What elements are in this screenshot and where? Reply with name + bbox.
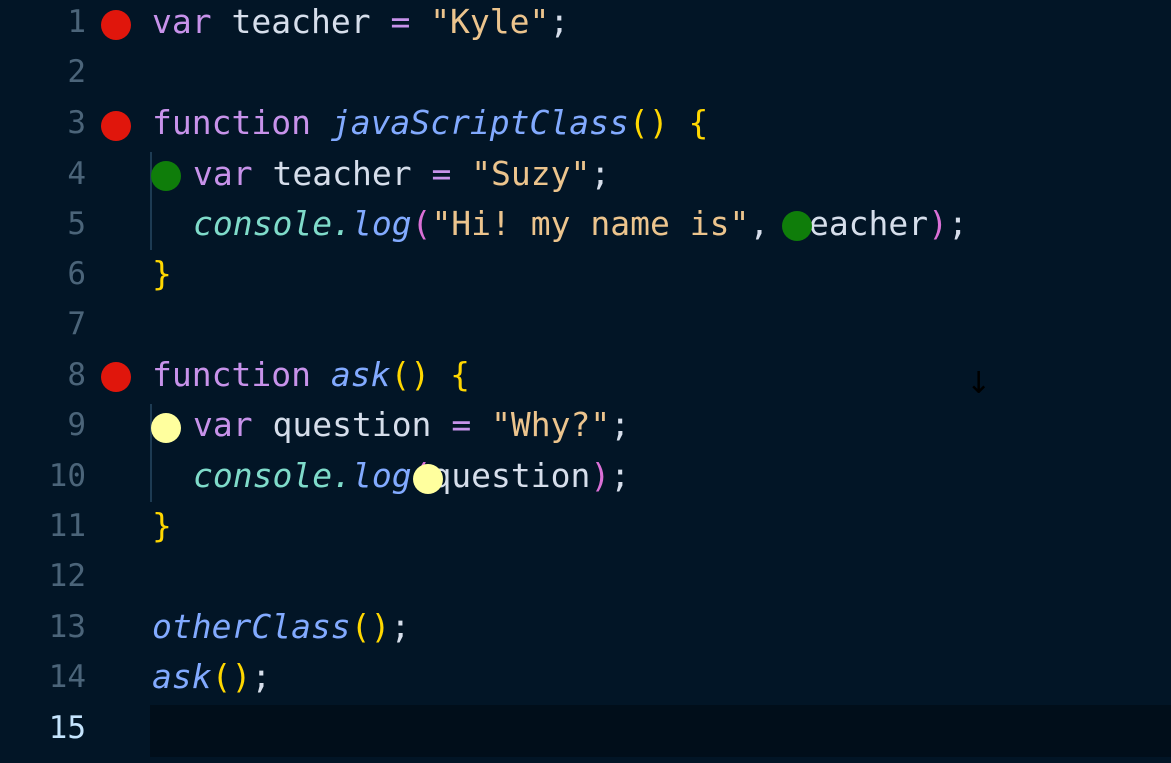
breakpoint-red-icon[interactable] <box>101 111 131 141</box>
line-number[interactable]: 11 <box>0 508 86 544</box>
code-text[interactable]: var question = "Why?"; <box>193 407 630 443</box>
code-editor[interactable]: 1 var teacher = "Kyle"; 2 3 function jav… <box>0 0 1171 763</box>
code-text[interactable]: } <box>152 508 172 544</box>
code-line-5[interactable]: 5 console.log("Hi! my name is", teacher)… <box>0 202 1171 252</box>
line-number[interactable]: 8 <box>0 357 86 393</box>
code-line-12[interactable]: 12 <box>0 554 1171 604</box>
code-line-15[interactable]: 15 <box>0 706 1171 756</box>
code-text[interactable]: var teacher = "Suzy"; <box>193 156 610 192</box>
code-text[interactable]: console.log("Hi! my name is", teacher); <box>193 206 968 242</box>
code-line-1[interactable]: 1 var teacher = "Kyle"; <box>0 0 1171 50</box>
line-number[interactable]: 6 <box>0 256 86 292</box>
breakpoint-red-icon[interactable] <box>101 10 131 40</box>
code-text[interactable]: function ask() { <box>152 357 470 393</box>
line-number[interactable]: 10 <box>0 458 86 494</box>
code-text[interactable]: console.log(question); <box>193 458 630 494</box>
breakpoint-green-icon[interactable] <box>782 211 812 241</box>
breakpoint-red-icon[interactable] <box>101 362 131 392</box>
line-number[interactable]: 12 <box>0 558 86 594</box>
breakpoint-yellow-icon[interactable] <box>413 464 443 494</box>
line-number[interactable]: 9 <box>0 407 86 443</box>
code-line-2[interactable]: 2 <box>0 50 1171 100</box>
mouse-pointer-icon: ↓ <box>966 366 992 401</box>
line-number[interactable]: 7 <box>0 306 86 342</box>
line-number[interactable]: 3 <box>0 105 86 141</box>
code-line-8[interactable]: 8 function ask() { <box>0 353 1171 403</box>
code-line-14[interactable]: 14 ask(); <box>0 655 1171 705</box>
code-text[interactable]: otherClass(); <box>152 609 410 645</box>
line-number[interactable]: 2 <box>0 54 86 90</box>
code-text[interactable]: function javaScriptClass() { <box>152 105 708 141</box>
line-number[interactable]: 5 <box>0 206 86 242</box>
breakpoint-green-icon[interactable] <box>151 161 181 191</box>
line-number[interactable]: 15 <box>0 710 86 746</box>
line-number[interactable]: 1 <box>0 4 86 40</box>
code-line-7[interactable]: 7 <box>0 302 1171 352</box>
code-line-11[interactable]: 11 } <box>0 504 1171 554</box>
code-line-13[interactable]: 13 otherClass(); <box>0 605 1171 655</box>
code-line-3[interactable]: 3 function javaScriptClass() { <box>0 101 1171 151</box>
code-text[interactable]: } <box>152 256 172 292</box>
code-line-6[interactable]: 6 } <box>0 252 1171 302</box>
line-number[interactable]: 4 <box>0 156 86 192</box>
breakpoint-yellow-icon[interactable] <box>151 413 181 443</box>
code-text[interactable]: ask(); <box>152 659 271 695</box>
line-number[interactable]: 14 <box>0 659 86 695</box>
line-number[interactable]: 13 <box>0 609 86 645</box>
code-text[interactable]: var teacher = "Kyle"; <box>152 4 569 40</box>
code-line-10[interactable]: 10 console.log(question); <box>0 454 1171 504</box>
